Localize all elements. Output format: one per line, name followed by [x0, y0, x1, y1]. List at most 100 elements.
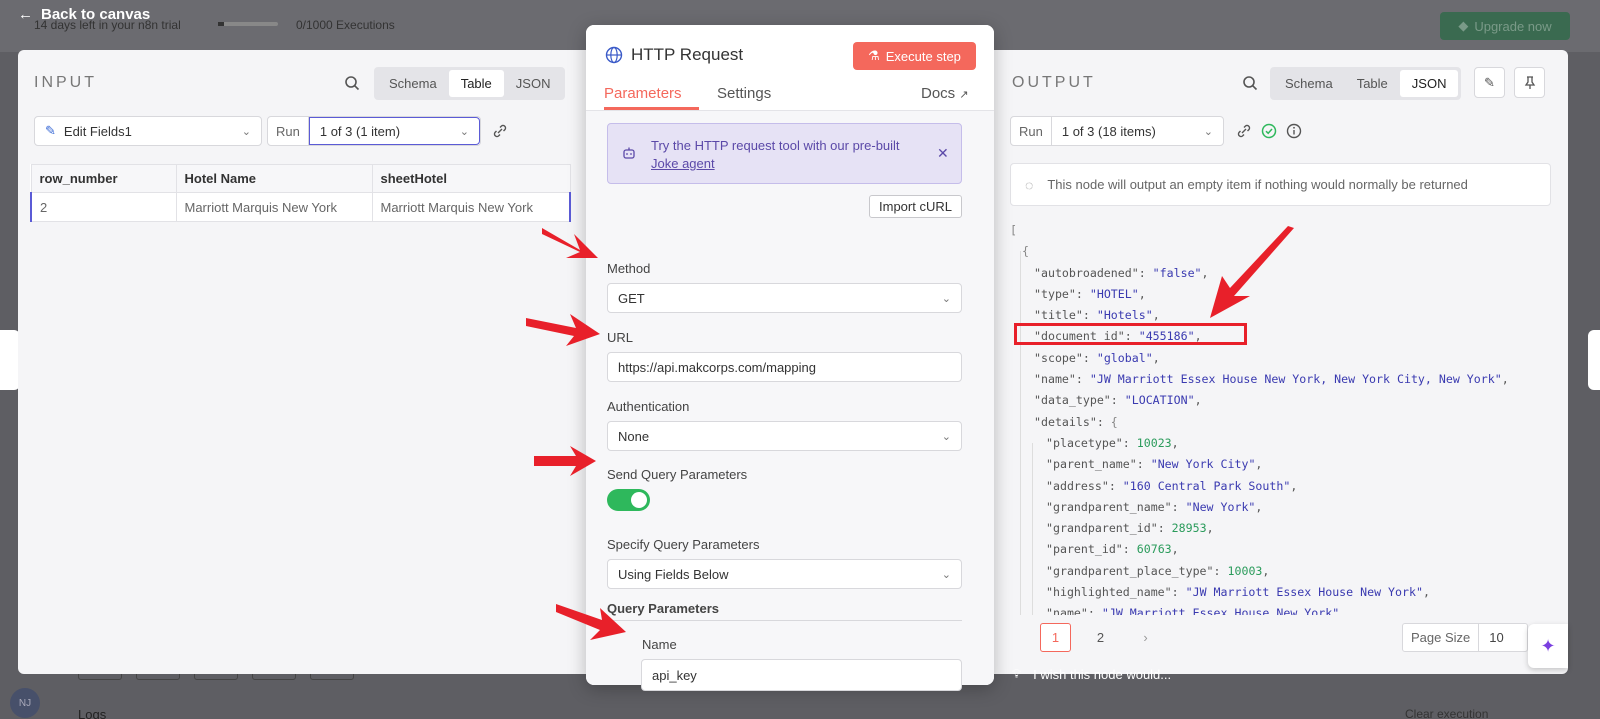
annotation-arrow: [1210, 226, 1294, 318]
input-table: row_number Hotel Name sheetHotel 2 Marri…: [30, 164, 571, 222]
tab-parameters[interactable]: Parameters: [604, 85, 682, 102]
json-value: 60763: [1136, 542, 1172, 557]
input-view-schema[interactable]: Schema: [377, 70, 449, 97]
input-view-json[interactable]: JSON: [504, 70, 563, 97]
feedback-link[interactable]: 💡︎ I wish this node would...: [1012, 666, 1171, 682]
input-view-table[interactable]: Table: [448, 70, 504, 97]
output-view-json[interactable]: JSON: [1399, 70, 1459, 97]
page-button[interactable]: 2: [1085, 623, 1116, 652]
arrow-left-icon: ←: [18, 6, 33, 23]
execute-step-button[interactable]: ⚗ Execute step: [853, 42, 976, 70]
method-select[interactable]: GET ⌄: [607, 283, 962, 313]
input-run-select[interactable]: Run 1 of 3 (1 item) ⌄: [267, 116, 481, 146]
callout-text: Try the HTTP request tool with our pre-b…: [651, 137, 921, 173]
json-value: "LOCATION": [1124, 393, 1195, 408]
url-input[interactable]: https://api.makcorps.com/mapping: [607, 352, 962, 382]
authentication-label: Authentication: [607, 399, 690, 414]
left-panel-handle[interactable]: [0, 330, 20, 390]
logs-label[interactable]: Logs: [78, 707, 106, 719]
json-value: 10003: [1227, 563, 1263, 578]
back-label: Back to canvas: [41, 6, 151, 23]
json-value: "JW Marriott Essex House New York": [1101, 606, 1340, 615]
search-icon[interactable]: [1239, 72, 1261, 94]
param-name-input[interactable]: api_key: [641, 659, 962, 691]
search-icon[interactable]: [341, 72, 363, 94]
page-size-value: 10: [1489, 630, 1504, 645]
json-value: 10023: [1136, 435, 1172, 450]
tab-settings[interactable]: Settings: [717, 85, 771, 102]
column-header: row_number: [30, 164, 177, 193]
json-line: "details": {: [1034, 414, 1118, 429]
input-title: INPUT: [34, 74, 97, 91]
json-value: "false": [1152, 265, 1202, 280]
output-run-select[interactable]: Run 1 of 3 (18 items) ⌄: [1010, 116, 1224, 146]
ai-assistant-button[interactable]: ✦: [1528, 624, 1568, 668]
pencil-icon: ✎: [45, 123, 56, 138]
annotation-arrow: [542, 228, 598, 258]
chevron-down-icon: ⌄: [1203, 125, 1213, 138]
json-key: "highlighted_name": [1046, 585, 1172, 600]
joke-agent-callout: Try the HTTP request tool with our pre-b…: [607, 123, 962, 184]
link-icon[interactable]: [1234, 121, 1254, 141]
output-view-schema[interactable]: Schema: [1273, 70, 1345, 97]
pencil-icon: ✎: [1484, 74, 1495, 90]
robot-icon: [620, 144, 638, 162]
chevron-right-icon[interactable]: ›: [1130, 623, 1161, 652]
chevron-down-icon: ⌄: [241, 125, 251, 138]
close-icon[interactable]: ✕: [937, 145, 949, 162]
json-key: "address": [1046, 478, 1109, 493]
authentication-select[interactable]: None ⌄: [607, 421, 962, 451]
table-cell: Marriott Marquis New York: [371, 192, 571, 222]
link-icon[interactable]: [490, 121, 510, 141]
clear-execution-button[interactable]: Clear execution: [1405, 707, 1488, 719]
output-pagination: 1 2 ›: [1040, 623, 1161, 652]
json-line: "name": "JW Marriott Essex House New Yor…: [1034, 372, 1509, 387]
column-header: sheetHotel: [371, 164, 571, 193]
empty-output-note: ◌ This node will output an empty item if…: [1010, 163, 1551, 206]
edit-output-button[interactable]: ✎: [1474, 67, 1505, 98]
json-key: "name": [1046, 606, 1088, 615]
back-to-canvas-button[interactable]: ← Back to canvas: [18, 6, 150, 23]
docs-label: Docs: [921, 85, 956, 102]
json-value: "New York City": [1150, 457, 1256, 472]
docs-link[interactable]: Docs ↗: [921, 85, 969, 102]
joke-agent-link[interactable]: Joke agent: [651, 156, 715, 171]
json-line: "parent_id": 60763,: [1046, 542, 1179, 557]
output-view-table[interactable]: Table: [1345, 70, 1400, 97]
upgrade-button[interactable]: ◆ Upgrade now: [1440, 12, 1570, 40]
input-source-select[interactable]: ✎ Edit Fields1 ⌄: [34, 116, 262, 146]
send-query-label: Send Query Parameters: [607, 467, 748, 482]
specify-query-select[interactable]: Using Fields Below ⌄: [607, 559, 962, 589]
diamond-icon: ◆: [1458, 18, 1469, 33]
json-line: "scope": "global",: [1034, 350, 1160, 365]
json-line: "highlighted_name": "JW Marriott Essex H…: [1046, 585, 1430, 600]
run-label: Run: [1011, 117, 1052, 145]
annotation-arrow: [556, 604, 626, 640]
source-node-label: Edit Fields1: [63, 123, 132, 139]
page-size-select[interactable]: Page Size 10: [1402, 623, 1528, 652]
lightbulb-icon: 💡︎: [1012, 666, 1022, 681]
url-label: URL: [607, 330, 634, 345]
avatar[interactable]: NJ: [10, 688, 40, 718]
table-row[interactable]: 2 Marriott Marquis New York Marriott Mar…: [30, 192, 571, 222]
right-panel-handle[interactable]: [1588, 330, 1600, 390]
json-key: "title": [1034, 308, 1083, 323]
import-curl-button[interactable]: Import cURL: [869, 195, 962, 218]
chevron-down-icon: ⌄: [459, 125, 469, 138]
info-icon[interactable]: [1284, 121, 1304, 141]
json-key: "grandparent_name": [1046, 499, 1172, 514]
annotation-arrow: [526, 314, 600, 346]
json-line: "grandparent_place_type": 10003,: [1046, 563, 1270, 578]
annotation-arrow: [534, 446, 596, 476]
json-line: "name": "JW Marriott Essex House New Yor…: [1010, 603, 1551, 615]
page-button[interactable]: 1: [1040, 623, 1071, 652]
pin-data-button[interactable]: [1514, 67, 1545, 98]
node-settings-panel: HTTP Request ⚗ Execute step Parameters S…: [586, 25, 994, 691]
param-name-value: api_key: [652, 667, 697, 683]
output-view-switch: Schema Table JSON: [1270, 67, 1462, 100]
authentication-value: None: [618, 428, 650, 444]
json-value: "Hotels": [1096, 308, 1153, 323]
send-query-toggle[interactable]: [607, 489, 650, 511]
upgrade-label: Upgrade now: [1474, 18, 1552, 34]
method-label: Method: [607, 261, 651, 276]
